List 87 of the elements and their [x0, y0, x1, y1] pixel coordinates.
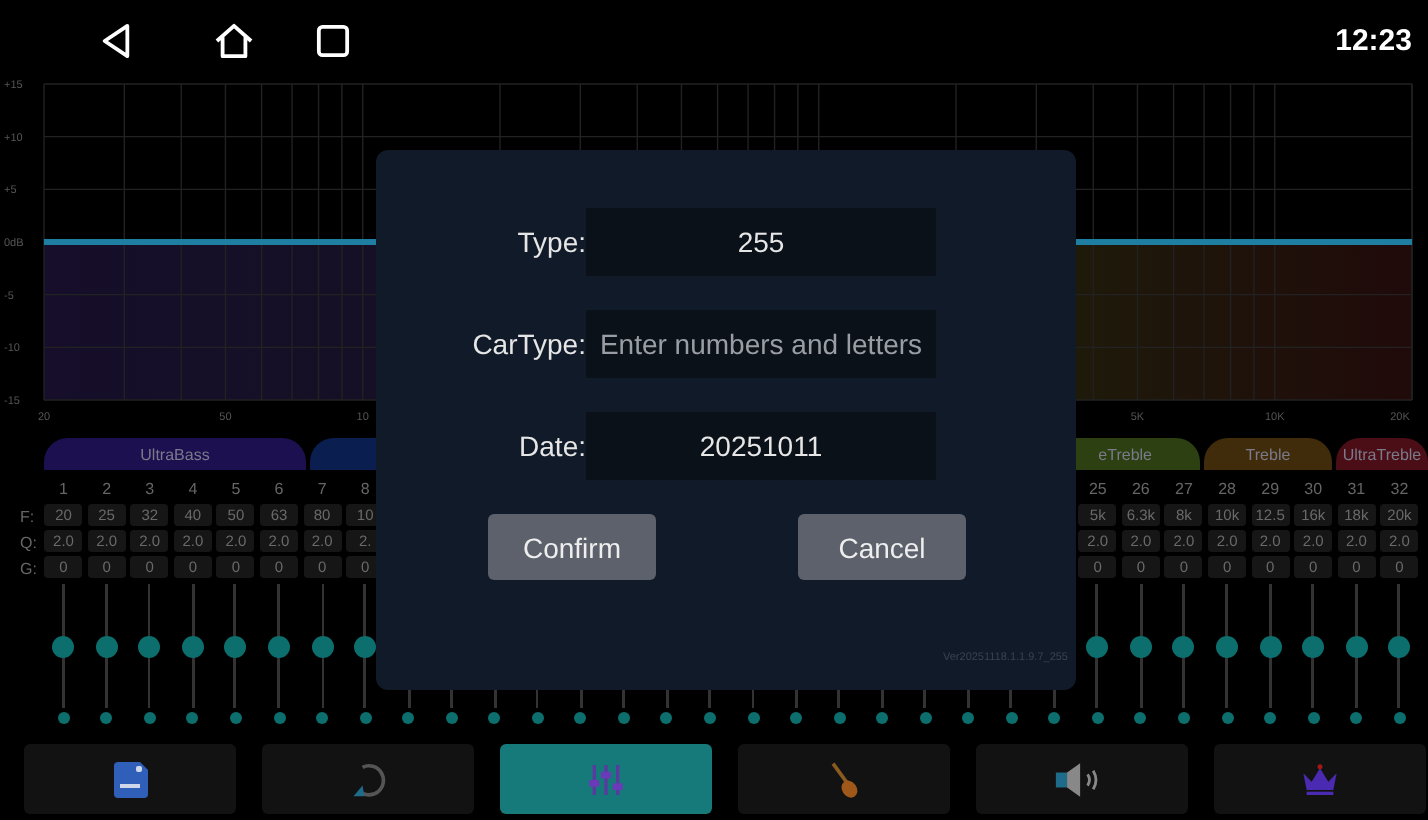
- slider-thumb[interactable]: [138, 635, 161, 657]
- clock-time: 12:23: [1335, 23, 1412, 57]
- handle-dot[interactable]: [57, 712, 70, 724]
- slider-thumb[interactable]: [52, 635, 75, 657]
- handle-dot[interactable]: [100, 712, 113, 724]
- field-label: CarType:: [470, 328, 586, 360]
- slider-thumb[interactable]: [224, 635, 247, 657]
- dialog-button[interactable]: Confirm: [488, 514, 656, 580]
- input-field[interactable]: 255: [586, 208, 936, 276]
- slider-thumb[interactable]: [1216, 635, 1239, 657]
- handle-dot[interactable]: [1264, 712, 1277, 724]
- handle-dot[interactable]: [747, 712, 760, 724]
- handle-dot[interactable]: [574, 712, 587, 724]
- handle-dot[interactable]: [660, 712, 673, 724]
- slider-thumb[interactable]: [1388, 635, 1411, 657]
- band-number: 5: [231, 478, 241, 502]
- band-tab[interactable]: UltraTreble: [1336, 438, 1428, 470]
- handle-dot[interactable]: [186, 712, 199, 724]
- toolbar-button[interactable]: [976, 744, 1188, 814]
- handle-dot[interactable]: [402, 712, 415, 724]
- band-number: 25: [1088, 478, 1107, 502]
- band-number: 6: [274, 478, 284, 502]
- slider-thumb[interactable]: [95, 635, 118, 657]
- band-number: 1: [59, 478, 68, 502]
- circular-arrow-icon: [348, 759, 388, 799]
- handle-dot[interactable]: [1393, 712, 1406, 724]
- handle-dot[interactable]: [229, 712, 242, 724]
- handle-dot[interactable]: [962, 712, 975, 724]
- handle-dot[interactable]: [143, 712, 156, 724]
- recents-icon[interactable]: [316, 23, 350, 57]
- handle-dot[interactable]: [1221, 712, 1234, 724]
- crown-icon: [1300, 759, 1340, 799]
- band-number: 3: [145, 478, 155, 502]
- input-field[interactable]: Enter numbers and letters: [586, 310, 936, 378]
- handle-dot[interactable]: [273, 712, 285, 724]
- handle-dot[interactable]: [790, 712, 803, 724]
- handle-dot[interactable]: [1177, 712, 1190, 724]
- slider-thumb[interactable]: [311, 635, 334, 657]
- band-tab[interactable]: UltraBass: [44, 438, 306, 470]
- slider-thumb[interactable]: [1345, 635, 1368, 657]
- slider-thumb[interactable]: [268, 635, 290, 657]
- slider-thumb[interactable]: [181, 635, 204, 657]
- dialog-button[interactable]: Cancel: [798, 514, 966, 580]
- row-label: Q:: [20, 532, 39, 556]
- handle-dot[interactable]: [876, 712, 889, 724]
- band-number: 8: [360, 478, 370, 502]
- band-number: 7: [317, 478, 327, 502]
- band-number: 2: [102, 478, 112, 502]
- handle-dot[interactable]: [919, 712, 932, 724]
- handle-dot[interactable]: [833, 712, 846, 724]
- band-tab[interactable]: Treble: [1204, 438, 1332, 470]
- sliders-icon: [586, 759, 626, 799]
- slider-thumb[interactable]: [1259, 635, 1282, 657]
- band-number: 32: [1390, 478, 1409, 502]
- band-number: 29: [1261, 478, 1280, 502]
- toolbar-button[interactable]: [24, 744, 236, 814]
- handle-dot[interactable]: [1091, 712, 1104, 724]
- band-number: 27: [1175, 478, 1193, 502]
- field-label: Date:: [517, 430, 586, 462]
- handle-dot[interactable]: [316, 712, 329, 724]
- slider-thumb[interactable]: [354, 635, 377, 657]
- handle-dot[interactable]: [1048, 712, 1061, 724]
- slider-thumb[interactable]: [1129, 635, 1152, 657]
- band-number: 31: [1347, 478, 1366, 502]
- handle-dot[interactable]: [488, 712, 501, 724]
- handle-dot[interactable]: [1134, 712, 1147, 724]
- home-icon[interactable]: [212, 21, 256, 59]
- back-icon[interactable]: [100, 23, 132, 57]
- handle-dot[interactable]: [531, 712, 544, 724]
- slider-thumb[interactable]: [1302, 635, 1325, 657]
- handle-dot[interactable]: [703, 712, 716, 724]
- handle-dot[interactable]: [359, 712, 372, 724]
- row-label: G:: [20, 558, 39, 582]
- handle-dot[interactable]: [1307, 712, 1320, 724]
- slider-thumb[interactable]: [1086, 635, 1109, 657]
- handle-dot[interactable]: [617, 712, 630, 724]
- band-number: 4: [188, 478, 198, 502]
- band-number: 26: [1131, 478, 1150, 502]
- band-number: 30: [1304, 478, 1323, 502]
- handle-dot[interactable]: [1005, 712, 1018, 724]
- band-number: 28: [1218, 478, 1236, 502]
- row-label: F:: [20, 506, 37, 530]
- field-label: Type:: [515, 226, 586, 258]
- handle-dot[interactable]: [1350, 712, 1363, 724]
- slider-thumb[interactable]: [1172, 635, 1195, 657]
- handle-dot[interactable]: [445, 712, 458, 724]
- input-field[interactable]: 20251011: [586, 412, 936, 480]
